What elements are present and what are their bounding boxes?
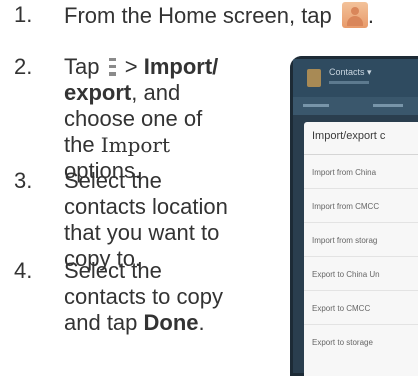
option-divider (304, 188, 418, 189)
contacts-tabs (293, 97, 418, 115)
app-subtitle-placeholder (329, 81, 369, 84)
step-1: 1. From the Home screen, tap . (0, 2, 418, 32)
step-mono-import: Import (100, 133, 171, 157)
option-import-cmcc[interactable]: Import from CMCC (312, 202, 379, 211)
step-number: 2. (14, 54, 33, 79)
option-import-storage[interactable]: Import from storag (312, 236, 377, 245)
step-text-tap: Tap (64, 54, 100, 79)
option-divider (304, 222, 418, 223)
step-separator: > (124, 54, 138, 79)
step-text-before: From the Home screen, tap (64, 3, 332, 28)
step-text-after: . (367, 3, 375, 28)
step-number: 4. (14, 258, 33, 283)
step-text: Tap > Import/ export, and choose one of … (64, 54, 234, 184)
contacts-app-icon (341, 2, 368, 28)
step-3: 3. Select the contacts location that you… (0, 168, 230, 271)
option-divider (304, 324, 418, 325)
step-4: 4. Select the contacts to copy and tap D… (0, 258, 230, 358)
step-number: 3. (14, 168, 33, 193)
step-2: 2. Tap > Import/ export, and choose one … (0, 54, 230, 183)
option-export-cmcc[interactable]: Export to CMCC (312, 304, 370, 313)
step-number: 1. (14, 2, 33, 27)
option-export-storage[interactable]: Export to storage (312, 338, 373, 347)
step-text: Select the contacts to copy and tap Done… (64, 258, 234, 336)
option-import-china[interactable]: Import from China (312, 168, 376, 177)
menu-icon (108, 58, 116, 76)
step-text: Select the contacts location that you wa… (64, 168, 228, 271)
step-bold-done: Done (143, 310, 199, 335)
contacts-app-bar: Contacts ▾ (293, 59, 418, 97)
contacts-book-icon (307, 69, 321, 87)
dialog-divider (304, 154, 418, 155)
dialog-title: Import/export c (312, 130, 386, 142)
import-export-dialog: Import/export c Import from China Import… (304, 122, 418, 376)
step-text-after: . (198, 310, 205, 335)
step-text: From the Home screen, tap . (64, 2, 414, 29)
option-export-china[interactable]: Export to China Un (312, 270, 380, 279)
phone-screenshot: Contacts ▾ Import/export c Import from C… (290, 56, 418, 376)
tab-placeholder (373, 104, 403, 107)
option-divider (304, 256, 418, 257)
tab-placeholder (303, 104, 329, 107)
option-divider (304, 290, 418, 291)
app-title: Contacts ▾ (329, 67, 372, 77)
